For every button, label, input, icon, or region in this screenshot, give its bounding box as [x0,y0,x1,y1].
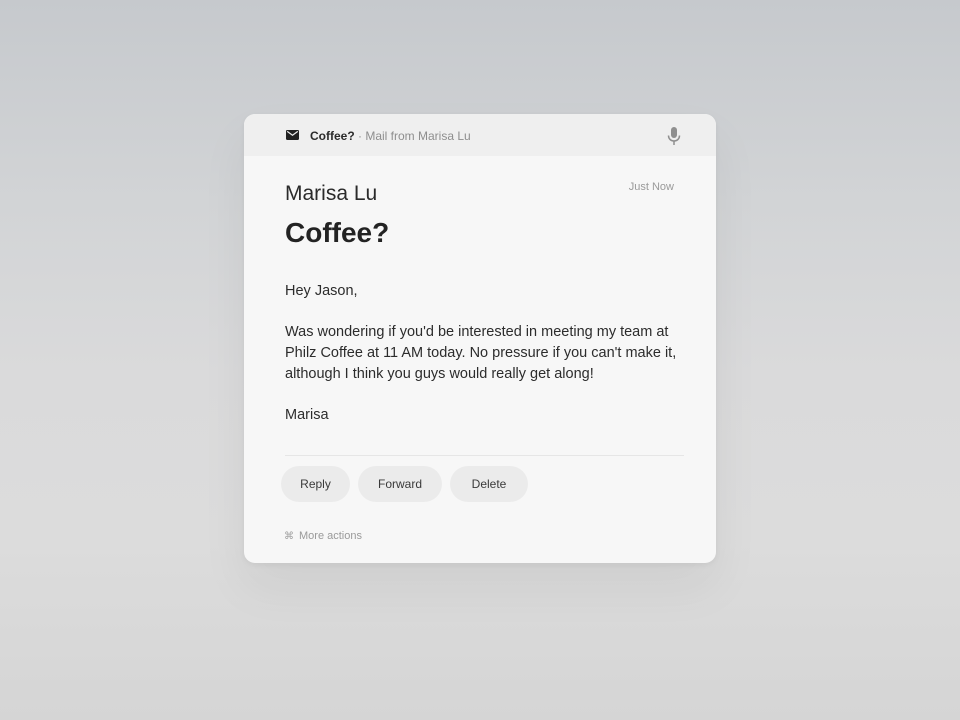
message-signature: Marisa [285,407,329,423]
message-subject: Coffee? [285,217,390,248]
divider [285,455,684,456]
more-actions-link[interactable]: ⌘ More actions [284,529,362,544]
mail-notification-card: Coffee? · Mail from Marisa Lu Marisa Lu … [244,114,716,563]
message-body: Hey Jason, Was wondering if you'd be int… [285,281,685,446]
notification-header: Coffee? · Mail from Marisa Lu [244,114,716,156]
sender-name: Marisa Lu [285,182,378,205]
header-subject: Coffee? [310,129,355,143]
forward-button[interactable]: Forward [358,466,442,502]
microphone-icon[interactable] [667,126,681,146]
timestamp: Just Now [628,181,674,193]
header-source: Mail from Marisa Lu [365,129,471,143]
delete-button[interactable]: Delete [450,466,528,502]
mail-icon [286,130,299,140]
header-title: Coffee? · Mail from Marisa Lu [310,128,471,144]
more-actions-label: More actions [299,530,362,542]
header-separator: · [354,129,366,143]
command-icon: ⌘ [284,531,294,542]
message-greeting: Hey Jason, [285,283,358,299]
message-paragraph: Was wondering if you'd be interested in … [285,324,677,382]
reply-button[interactable]: Reply [281,466,350,502]
